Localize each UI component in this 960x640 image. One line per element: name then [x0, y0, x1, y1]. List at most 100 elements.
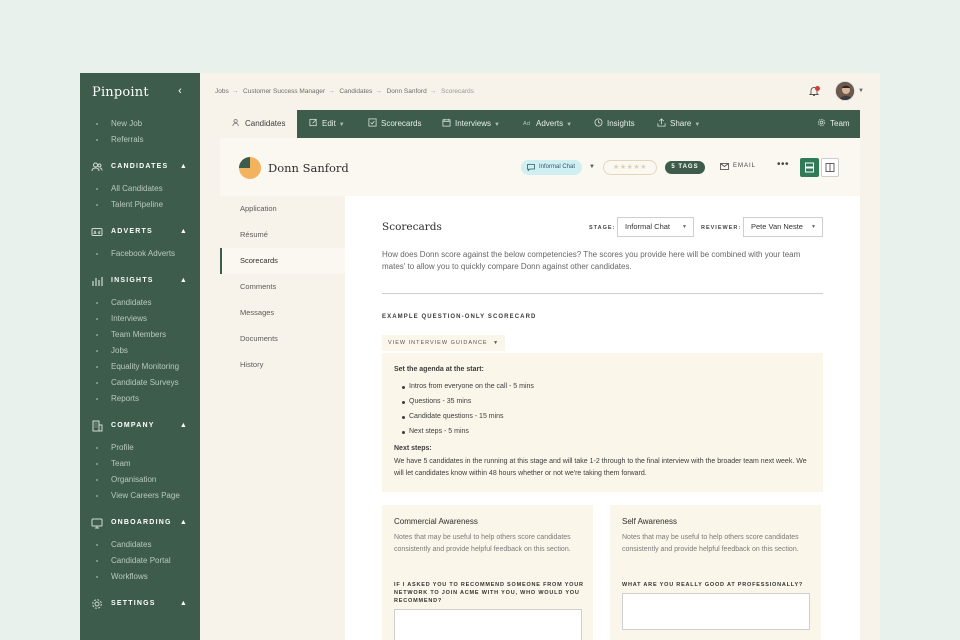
- chevron-up-icon: ▲: [179, 600, 188, 607]
- view-guidance-button[interactable]: VIEW INTERVIEW GUIDANCE ▼: [382, 335, 506, 351]
- guidance-agenda-item: Questions - 35 mins: [401, 398, 472, 405]
- sidebar-section-insights[interactable]: INSIGHTS ▲: [80, 270, 200, 292]
- sidebar-item-talent-pipeline[interactable]: Talent Pipeline: [80, 197, 200, 213]
- breadcrumb-jobs[interactable]: Jobs: [215, 88, 229, 95]
- sidebar-item-label: Referrals: [111, 135, 144, 144]
- clock-icon: [594, 118, 603, 127]
- sidebar-item-team-members[interactable]: Team Members: [80, 327, 200, 343]
- users-icon: [232, 119, 239, 127]
- competency-card-commercial-awareness: Commercial Awareness Notes that may be u…: [382, 505, 593, 640]
- section-title: COMPANY: [111, 422, 155, 429]
- sidebar-item-profile[interactable]: Profile: [80, 440, 200, 456]
- tab-adverts[interactable]: Ad Adverts ▼: [523, 110, 572, 138]
- competency-question: If I asked you to recommend someone from…: [394, 582, 584, 604]
- more-options-icon[interactable]: •••: [777, 159, 789, 170]
- sidebar-group-adverts: Facebook Adverts: [80, 243, 200, 266]
- brand-logo[interactable]: Pinpoint: [92, 85, 149, 100]
- breadcrumb-candidate[interactable]: Donn Sanford: [387, 88, 427, 95]
- sidebar-section-settings[interactable]: SETTINGS ▲: [80, 593, 200, 615]
- chevron-up-icon: ▲: [179, 163, 188, 170]
- sidebar-section-adverts[interactable]: Ad ADVERTS ▲: [80, 221, 200, 243]
- subnav-comments[interactable]: Comments: [220, 274, 345, 300]
- sidebar-item-jobs[interactable]: Jobs: [80, 343, 200, 359]
- sidebar-section-candidates[interactable]: CANDIDATES ▲: [80, 156, 200, 178]
- breadcrumb-job[interactable]: Customer Success Manager: [243, 88, 325, 95]
- answer-textarea[interactable]: [394, 609, 582, 640]
- email-button[interactable]: EMAIL: [720, 163, 756, 170]
- scorecard-intro: How does Donn score against the below co…: [382, 250, 801, 271]
- answer-textarea[interactable]: [622, 593, 810, 630]
- user-avatar[interactable]: [835, 81, 855, 101]
- chevron-up-icon: ▲: [179, 422, 188, 429]
- breadcrumb-candidates[interactable]: Candidates: [339, 88, 372, 95]
- collapse-sidebar-icon[interactable]: ‹: [174, 85, 186, 99]
- subnav-documents[interactable]: Documents: [220, 326, 345, 352]
- sidebar-item-reports[interactable]: Reports: [80, 391, 200, 407]
- sidebar-item-onboarding-candidates[interactable]: Candidates: [80, 537, 200, 553]
- gear-icon: [817, 118, 826, 127]
- layout-columns-icon[interactable]: [821, 158, 839, 177]
- layout-rows-icon[interactable]: [800, 158, 819, 177]
- sidebar-item-equality-monitoring[interactable]: Equality Monitoring: [80, 359, 200, 375]
- topbar: Jobs → Customer Success Manager → Candidat…: [200, 73, 880, 109]
- stage-pill[interactable]: Informal Chat: [521, 160, 583, 175]
- gear-icon: [92, 599, 102, 609]
- tab-label: Edit: [322, 119, 336, 128]
- advert-icon: Ad: [523, 121, 530, 127]
- sidebar-section-onboarding[interactable]: ONBOARDING ▲: [80, 512, 200, 534]
- chevron-down-icon[interactable]: ▼: [858, 88, 864, 94]
- chevron-down-icon: ▼: [338, 122, 345, 128]
- guidance-agenda-item: Intros from everyone on the call - 5 min…: [402, 383, 534, 390]
- monitor-icon: [91, 518, 103, 529]
- calendar-icon: [442, 118, 451, 127]
- tab-candidates[interactable]: Candidates: [220, 110, 298, 138]
- competency-question: What are you really good at professional…: [622, 582, 804, 588]
- scorecard-title: EXAMPLE QUESTION-ONLY SCORECARD: [382, 314, 537, 320]
- reviewer-select[interactable]: Pete Van Neste ▼: [743, 217, 823, 237]
- stage-select-value: Informal Chat: [625, 222, 671, 231]
- sidebar-item-interviews[interactable]: Interviews: [80, 311, 200, 327]
- stage-label: STAGE:: [589, 225, 616, 231]
- tab-label: Interviews: [455, 119, 492, 128]
- checkbox-icon: [368, 118, 377, 127]
- chevron-up-icon: ▲: [179, 228, 188, 235]
- stage-select[interactable]: Informal Chat ▼: [617, 217, 694, 237]
- sidebar-item-facebook-adverts[interactable]: Facebook Adverts: [80, 246, 200, 262]
- sidebar-item-label: Reports: [111, 394, 140, 403]
- chevron-down-icon[interactable]: ▼: [589, 164, 595, 170]
- subnav-resume[interactable]: Résumé: [220, 222, 345, 248]
- sidebar-item-referrals[interactable]: Referrals: [80, 132, 200, 148]
- sidebar-item-new-job[interactable]: New Job: [80, 116, 200, 132]
- sidebar-item-workflows[interactable]: Workflows: [80, 569, 200, 585]
- sidebar-item-insights-candidates[interactable]: Candidates: [80, 295, 200, 311]
- sidebar-item-label: Talent Pipeline: [111, 200, 164, 209]
- tab-edit[interactable]: Edit ▼: [309, 110, 345, 138]
- sidebar-section-company[interactable]: COMPANY ▲: [80, 415, 200, 437]
- tab-label: Share: [670, 119, 692, 128]
- tab-insights[interactable]: Insights: [594, 110, 635, 138]
- star-rating[interactable]: ★★★★★: [603, 160, 657, 175]
- sidebar-item-team[interactable]: Team: [80, 456, 200, 472]
- section-title: SETTINGS: [111, 600, 156, 607]
- chevron-up-icon: ▲: [179, 519, 188, 526]
- tab-scorecards[interactable]: Scorecards: [368, 110, 421, 138]
- subnav-messages[interactable]: Messages: [220, 300, 345, 326]
- tags-badge[interactable]: 5 TAGS: [665, 161, 705, 174]
- chevron-down-icon: ▼: [494, 122, 500, 128]
- sidebar-item-view-careers-page[interactable]: View Careers Page: [80, 488, 200, 504]
- sidebar-item-all-candidates[interactable]: All Candidates: [80, 181, 200, 197]
- app-window: Pinpoint ‹ New Job Referrals CANDIDATES …: [80, 73, 880, 640]
- subnav-scorecards[interactable]: Scorecards: [220, 248, 345, 274]
- chevron-down-icon: ▼: [493, 340, 500, 346]
- sidebar-item-candidate-portal[interactable]: Candidate Portal: [80, 553, 200, 569]
- guidance-agenda-heading: Set the agenda at the start:: [394, 366, 484, 373]
- sidebar-item-candidate-surveys[interactable]: Candidate Surveys: [80, 375, 200, 391]
- tab-interviews[interactable]: Interviews ▼: [442, 110, 500, 138]
- edit-icon: [309, 118, 317, 127]
- stage-pill-label: Informal Chat: [539, 164, 576, 170]
- subnav-application[interactable]: Application: [220, 196, 345, 222]
- subnav-history[interactable]: History: [220, 352, 345, 378]
- tab-team[interactable]: Team: [817, 110, 850, 138]
- sidebar-item-organisation[interactable]: Organisation: [80, 472, 200, 488]
- tab-share[interactable]: Share ▼: [657, 110, 700, 138]
